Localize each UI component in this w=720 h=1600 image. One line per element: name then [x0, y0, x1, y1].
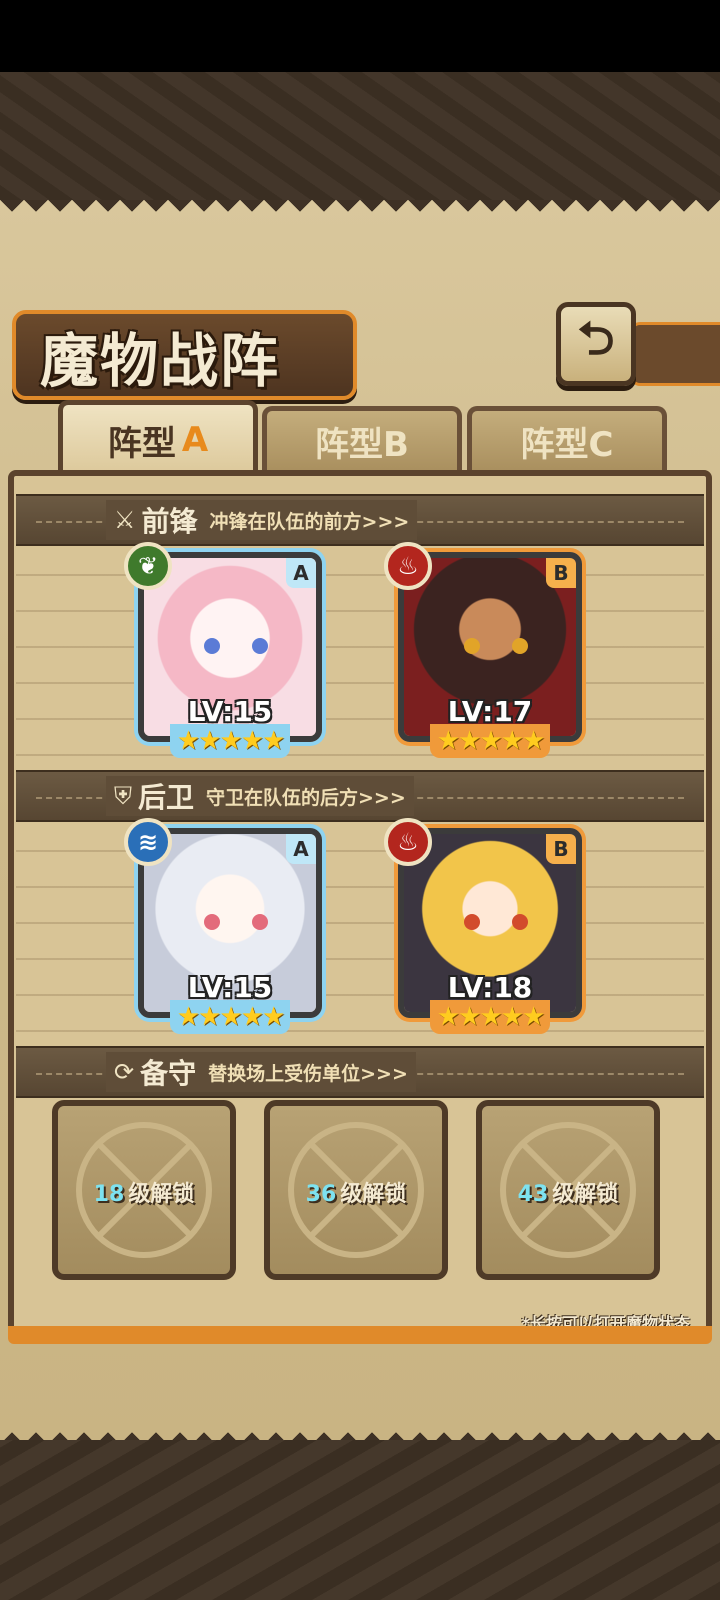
section-desc: 守卫在队伍的后方>>>: [206, 786, 406, 809]
panel-footer: [8, 1326, 712, 1344]
rear-row: A LV:15 ≋ ★★★★★ B LV:18 ♨ ★★★★★: [16, 816, 704, 1036]
tab-label: 阵型B: [315, 425, 409, 465]
torn-edge-top: [0, 200, 720, 224]
star-rating: ★★★★★: [430, 1000, 550, 1034]
star-rating: ★★★★★: [170, 1000, 290, 1034]
grade-badge: B: [546, 558, 576, 588]
background-map-bottom: [0, 1440, 720, 1600]
water-element-icon: ≋: [124, 818, 172, 866]
formation-tabs: 阵型 A 阵型B 阵型C: [0, 400, 720, 475]
unlock-requirement: 36 级解锁: [270, 1176, 442, 1208]
portrait-eyes: [204, 638, 268, 654]
nature-element-icon: ❦: [124, 542, 172, 590]
section-front-header: ⚔ 前锋 冲锋在队伍的前方>>>: [16, 494, 704, 546]
unlock-level: 43: [517, 1182, 549, 1207]
shield-icon: ⛨: [114, 782, 132, 810]
tab-letter: A: [181, 420, 209, 460]
grade-badge: A: [286, 558, 316, 588]
refresh-icon: ⟳: [114, 1058, 135, 1086]
back-strip: [630, 322, 720, 386]
status-bar: [0, 0, 720, 72]
tab-label: 阵型C: [520, 425, 614, 465]
unlock-text: 级解锁: [340, 1182, 407, 1207]
portrait-eyes: [464, 914, 528, 930]
section-desc: 替换场上受伤单位>>>: [208, 1062, 408, 1085]
reserve-slot-locked[interactable]: 18 级解锁: [52, 1100, 236, 1280]
section-desc: 冲锋在队伍的前方>>>: [209, 510, 410, 533]
grade-badge: B: [546, 834, 576, 864]
unlock-level: 36: [305, 1182, 337, 1207]
unlock-text: 级解锁: [552, 1182, 619, 1207]
unlock-requirement: 43 级解锁: [482, 1176, 654, 1208]
tab-formation-c[interactable]: 阵型C: [467, 406, 667, 472]
sword-icon: ⚔: [114, 506, 136, 534]
fire-element-icon: ♨: [384, 818, 432, 866]
grade-badge: A: [286, 834, 316, 864]
star-rating: ★★★★★: [170, 724, 290, 758]
section-name: 前锋: [141, 505, 198, 538]
unlock-text: 级解锁: [128, 1182, 195, 1207]
background-map-top: [0, 72, 720, 202]
page-title: 魔物战阵: [40, 327, 281, 395]
section-rear-header: ⛨ 后卫 守卫在队伍的后方>>>: [16, 770, 704, 822]
tab-formation-b[interactable]: 阵型B: [262, 406, 462, 472]
star-rating: ★★★★★: [430, 724, 550, 758]
back-arrow-icon: ⮌: [577, 311, 615, 365]
reserve-slot-locked[interactable]: 43 级解锁: [476, 1100, 660, 1280]
fire-element-icon: ♨: [384, 542, 432, 590]
unlock-level: 18: [93, 1182, 125, 1207]
portrait-eyes: [464, 638, 528, 654]
front-row: A LV:15 ❦ ★★★★★ B LV:17 ♨ ★★★★★: [16, 540, 704, 760]
reserve-slot-locked[interactable]: 36 级解锁: [264, 1100, 448, 1280]
section-name: 后卫: [138, 781, 195, 814]
tab-label: 阵型: [107, 423, 176, 464]
tab-formation-a[interactable]: 阵型 A: [58, 400, 258, 475]
back-button[interactable]: ⮌: [556, 302, 636, 386]
section-reserve-header: ⟳ 备守 替换场上受伤单位>>>: [16, 1046, 704, 1098]
unlock-requirement: 18 级解锁: [58, 1176, 230, 1208]
section-name: 备守: [140, 1057, 197, 1090]
portrait-eyes: [204, 914, 268, 930]
